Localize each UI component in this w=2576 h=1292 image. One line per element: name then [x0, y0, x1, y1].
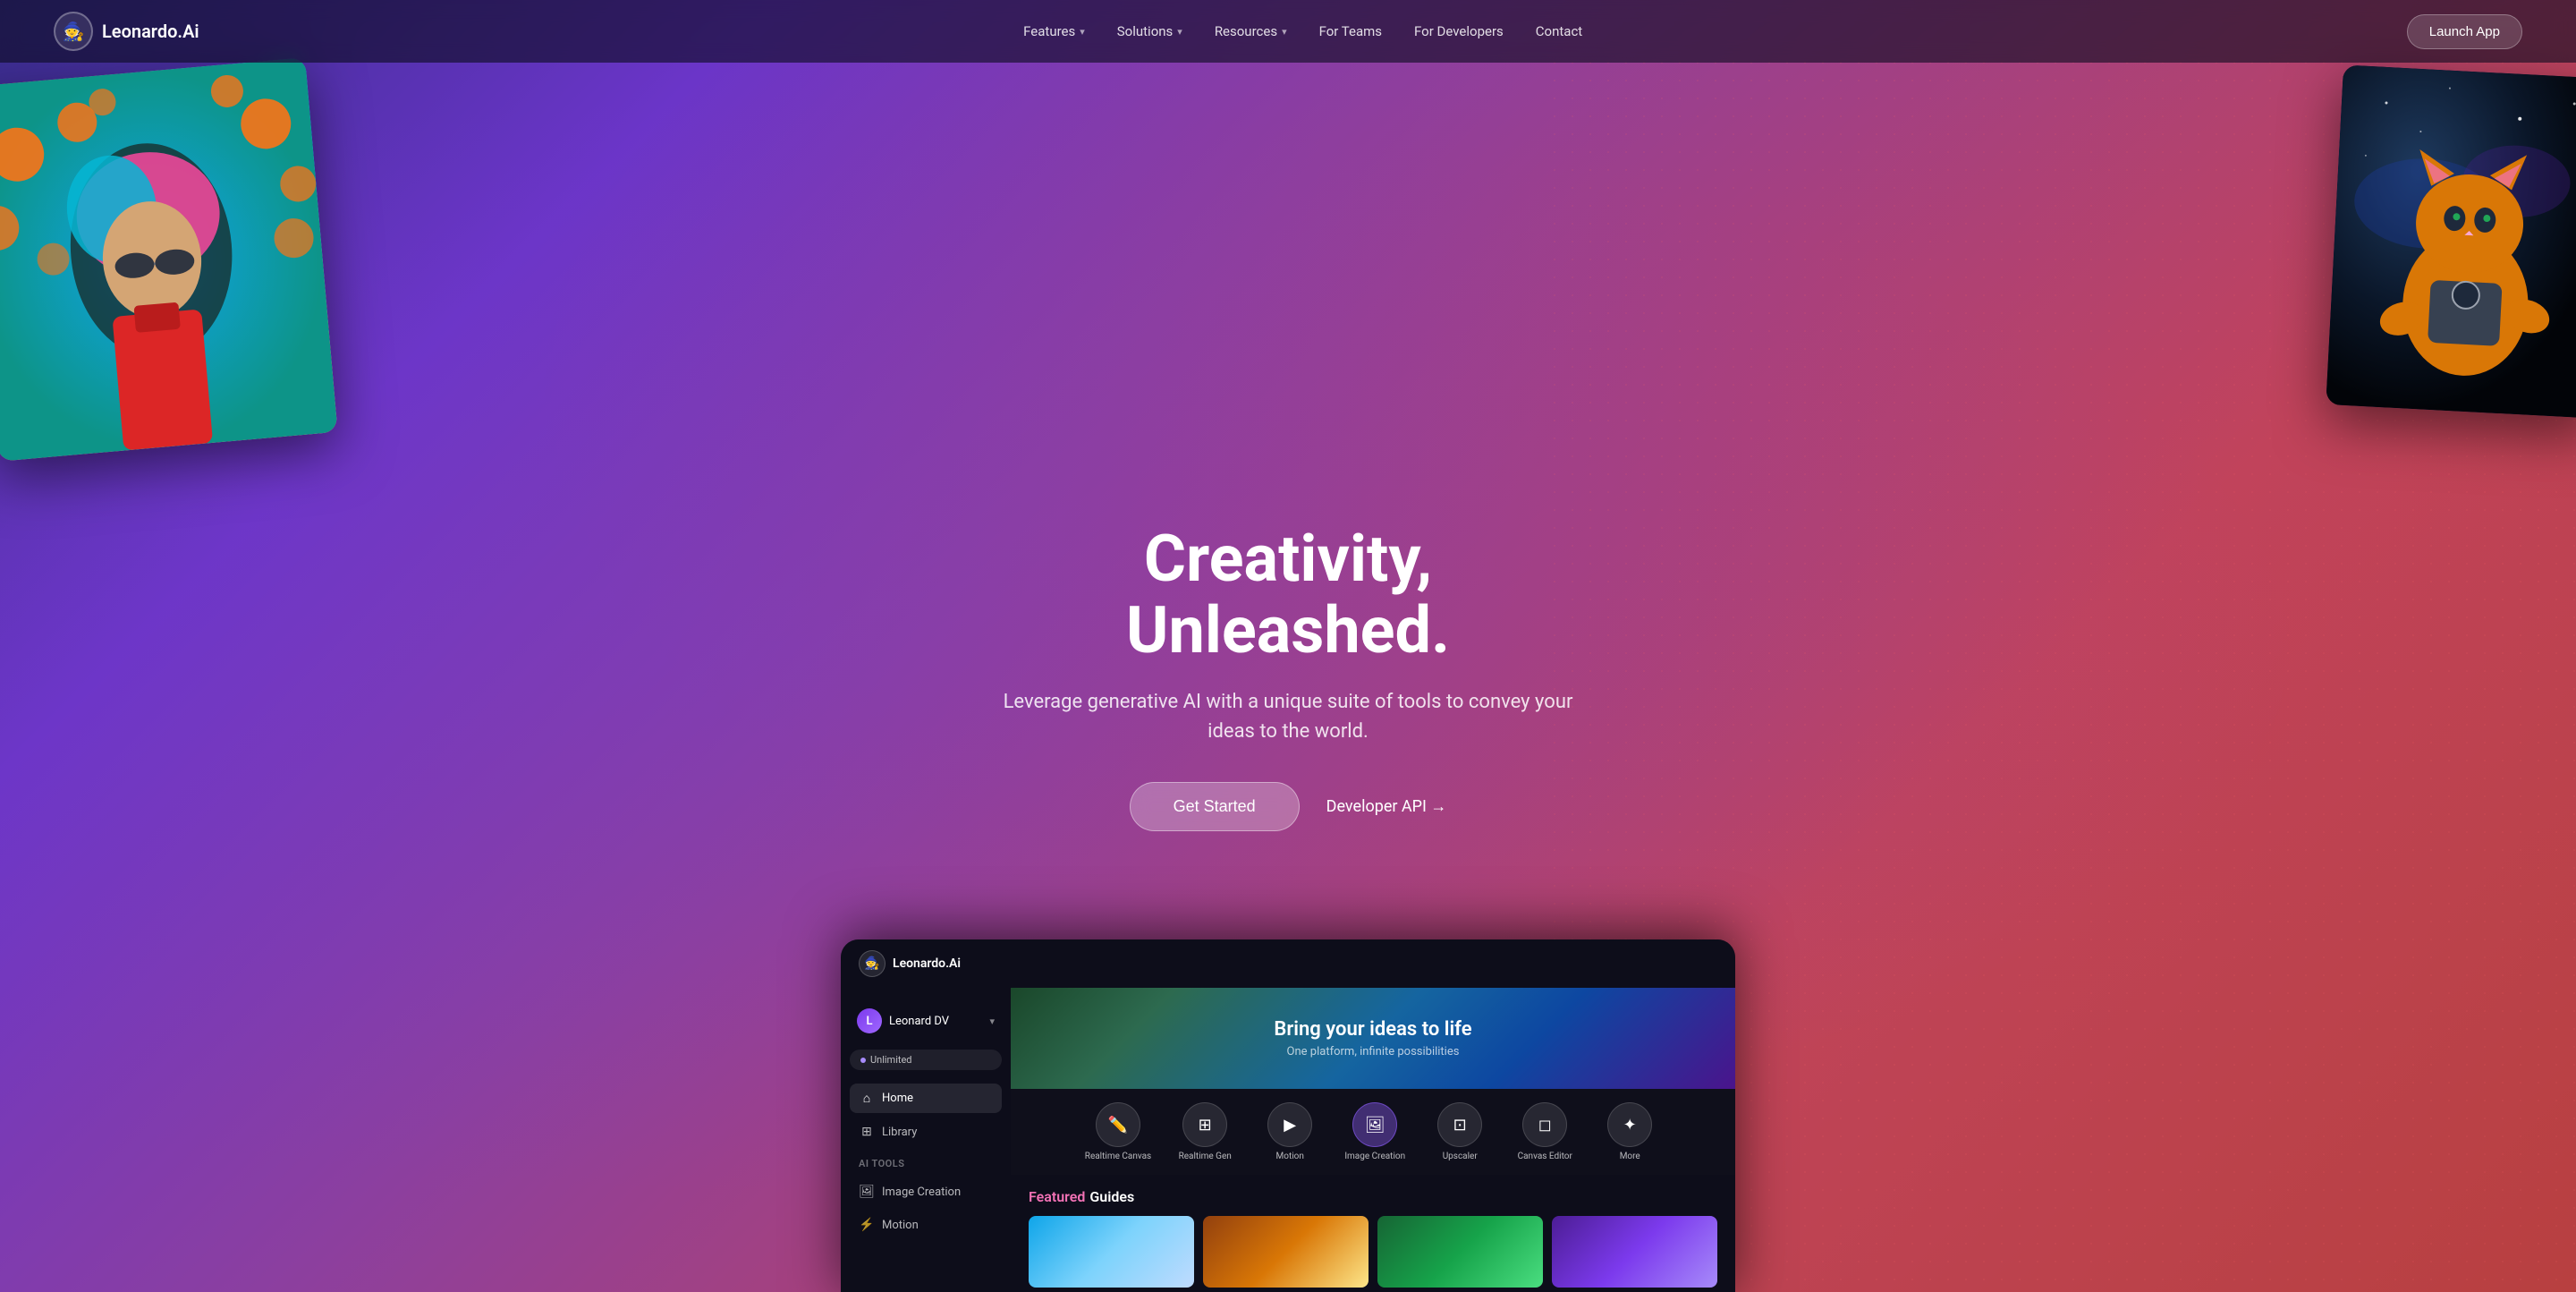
- chevron-icon: ▾: [1080, 26, 1085, 38]
- sidebar-item-label: Motion: [882, 1219, 919, 1232]
- navbar: 🧙 Leonardo.Ai Features ▾ Solutions ▾ Res…: [0, 0, 2576, 63]
- guide-cards: [1029, 1216, 1717, 1288]
- tool-label: Realtime Gen: [1179, 1152, 1232, 1161]
- nav-solutions[interactable]: Solutions ▾: [1117, 23, 1182, 39]
- nav-for-developers[interactable]: For Developers: [1414, 23, 1504, 39]
- realtime-gen-icon: ⊞: [1182, 1102, 1227, 1147]
- banner-subtitle: One platform, infinite possibilities: [1287, 1045, 1460, 1058]
- upscaler-icon: ⊡: [1437, 1102, 1482, 1147]
- tool-canvas-editor[interactable]: ◻ Canvas Editor: [1513, 1102, 1576, 1161]
- tool-label: Canvas Editor: [1518, 1152, 1572, 1161]
- app-logo: 🧙 Leonardo.Ai: [859, 950, 961, 977]
- tool-label: Motion: [1276, 1152, 1304, 1161]
- chevron-icon: ▾: [1282, 26, 1287, 38]
- featured-rest: Guides: [1089, 1188, 1134, 1205]
- hero-subtitle: Leverage generative AI with a unique sui…: [993, 687, 1583, 746]
- logo-icon: 🧙: [54, 12, 93, 51]
- sidebar-badge: Unlimited: [850, 1050, 1002, 1070]
- featured-title: Featured Guides: [1029, 1188, 1717, 1205]
- tool-realtime-gen[interactable]: ⊞ Realtime Gen: [1174, 1102, 1236, 1161]
- guide-card[interactable]: [1552, 1216, 1717, 1288]
- featured-section: Featured Guides: [1011, 1175, 1735, 1292]
- chevron-down-icon: ▾: [989, 1016, 995, 1027]
- sidebar-item-image-creation[interactable]: 🖼 Image Creation: [850, 1177, 1002, 1206]
- canvas-editor-icon: ◻: [1522, 1102, 1567, 1147]
- tool-upscaler[interactable]: ⊡ Upscaler: [1428, 1102, 1491, 1161]
- image-creation-icon: 🖼: [859, 1185, 875, 1199]
- featured-highlight: Featured: [1029, 1188, 1085, 1205]
- get-started-button[interactable]: Get Started: [1130, 782, 1300, 831]
- tool-bar: ✏️ Realtime Canvas ⊞ Realtime Gen ▶ Moti…: [1011, 1089, 1735, 1175]
- tool-image-creation[interactable]: 🖼 Image Creation: [1343, 1102, 1406, 1161]
- ai-tools-section: AI Tools: [850, 1151, 1002, 1173]
- hero-content: Creativity, Unleashed. Leverage generati…: [975, 523, 1601, 830]
- hero-image-left: [0, 57, 338, 462]
- nav-logo[interactable]: 🧙 Leonardo.Ai: [54, 12, 199, 51]
- avatar: L: [857, 1008, 882, 1033]
- nav-resources[interactable]: Resources ▾: [1215, 23, 1287, 39]
- tool-label: Upscaler: [1443, 1152, 1478, 1161]
- app-logo-text: Leonardo.Ai: [893, 956, 961, 971]
- tool-label: Realtime Canvas: [1085, 1152, 1151, 1161]
- motion-icon: ⚡: [859, 1218, 875, 1232]
- app-preview: 🧙 Leonardo.Ai L Leonard DV ▾ Unlimited ⌂…: [841, 939, 1735, 1292]
- hero-buttons: Get Started Developer API →: [993, 782, 1583, 831]
- badge-label: Unlimited: [870, 1054, 912, 1066]
- dev-api-link[interactable]: Developer API →: [1326, 797, 1447, 816]
- sidebar-item-home[interactable]: ⌂ Home: [850, 1084, 1002, 1113]
- tool-label: More: [1620, 1152, 1640, 1161]
- tool-label: Image Creation: [1344, 1152, 1405, 1161]
- tool-realtime-canvas[interactable]: ✏️ Realtime Canvas: [1085, 1102, 1151, 1161]
- library-icon: ⊞: [859, 1125, 875, 1139]
- nav-contact[interactable]: Contact: [1536, 23, 1582, 39]
- guide-card[interactable]: [1029, 1216, 1194, 1288]
- guide-card[interactable]: [1377, 1216, 1543, 1288]
- hero-title: Creativity, Unleashed.: [993, 523, 1583, 665]
- sidebar-item-label: Image Creation: [882, 1186, 961, 1199]
- badge-dot: [860, 1058, 866, 1063]
- sidebar-username: Leonard DV: [889, 1015, 982, 1028]
- chevron-icon: ▾: [1177, 26, 1182, 38]
- app-layout: L Leonard DV ▾ Unlimited ⌂ Home ⊞ Librar…: [841, 988, 1735, 1292]
- nav-for-teams[interactable]: For Teams: [1319, 23, 1382, 39]
- app-main-content: Bring your ideas to life One platform, i…: [1011, 988, 1735, 1292]
- banner-title: Bring your ideas to life: [1274, 1018, 1471, 1041]
- guide-card[interactable]: [1203, 1216, 1368, 1288]
- more-icon: ✦: [1607, 1102, 1652, 1147]
- nav-links: Features ▾ Solutions ▾ Resources ▾ For T…: [1023, 23, 1582, 39]
- tool-motion[interactable]: ▶ Motion: [1258, 1102, 1321, 1161]
- app-banner: Bring your ideas to life One platform, i…: [1011, 988, 1735, 1089]
- app-sidebar: L Leonard DV ▾ Unlimited ⌂ Home ⊞ Librar…: [841, 988, 1011, 1292]
- sidebar-item-label: Home: [882, 1092, 913, 1105]
- nav-features[interactable]: Features ▾: [1023, 23, 1085, 39]
- sidebar-item-label: Library: [882, 1126, 917, 1139]
- hero-image-right: [2326, 64, 2576, 418]
- home-icon: ⌂: [859, 1091, 875, 1106]
- motion-icon: ▶: [1267, 1102, 1312, 1147]
- launch-app-button[interactable]: Launch App: [2407, 14, 2522, 49]
- sidebar-item-motion[interactable]: ⚡ Motion: [850, 1211, 1002, 1239]
- sidebar-item-library[interactable]: ⊞ Library: [850, 1118, 1002, 1146]
- image-creation-icon: 🖼: [1352, 1102, 1397, 1147]
- realtime-canvas-icon: ✏️: [1096, 1102, 1140, 1147]
- logo-text: Leonardo.Ai: [102, 21, 199, 42]
- app-header: 🧙 Leonardo.Ai: [841, 939, 1735, 988]
- tool-more[interactable]: ✦ More: [1598, 1102, 1661, 1161]
- sidebar-user[interactable]: L Leonard DV ▾: [850, 1001, 1002, 1041]
- hero-section: Creativity, Unleashed. Leverage generati…: [0, 0, 2576, 1292]
- app-logo-icon: 🧙: [859, 950, 886, 977]
